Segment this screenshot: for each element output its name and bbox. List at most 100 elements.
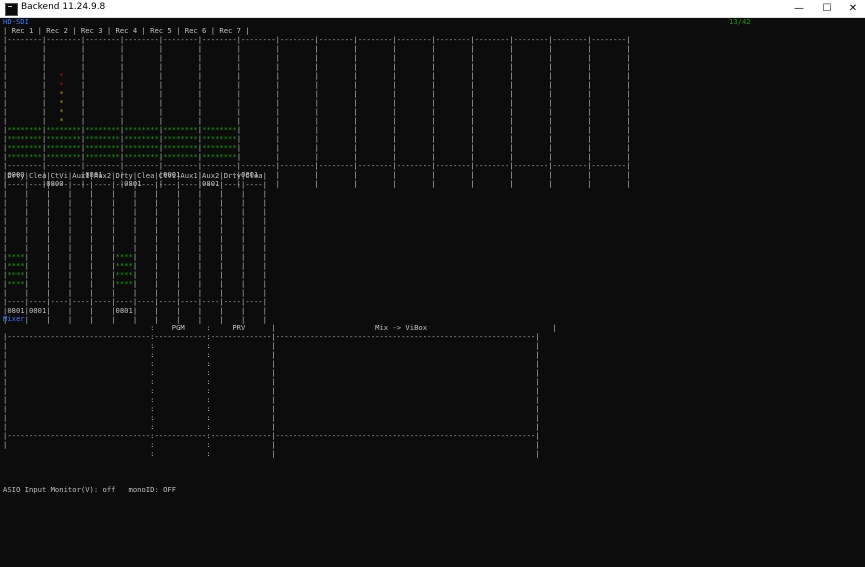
- meter-segment: ********: [7, 134, 42, 143]
- channel-meter-row: | | | | | | | | | | | | |: [3, 207, 267, 216]
- meter-segment: ********: [7, 143, 42, 152]
- channel-divider: |----|----|----|----|----|----|----|----…: [3, 297, 267, 306]
- meter-border: | | | | | | |: [132, 270, 267, 279]
- channel-meter-row: |****| | | | |****| | | | | | |: [3, 270, 267, 279]
- channel-meter-row: |****| | | | |****| | | | | | |: [3, 261, 267, 270]
- recorder-meter-row: | | | | | | | | | | | | | | | | |: [3, 62, 631, 71]
- window-title-bar[interactable]: Backend 11.24.9.8 — ☐ ✕: [0, 0, 865, 18]
- recorder-meter-row: |********|********|********|********|***…: [3, 152, 631, 161]
- meter-border: | | | | |: [24, 261, 116, 270]
- recorder-meter-row: | | * | | | | | | | | | | | | | | |: [3, 107, 630, 116]
- mixer-row: | : : | |: [3, 413, 540, 422]
- hd-sdi-section-label: HD-SDI: [3, 17, 29, 26]
- meter-segment: ********: [46, 125, 81, 134]
- mixer-row: | : : | |: [3, 368, 540, 377]
- meter-segment: ********: [163, 125, 198, 134]
- meter-segment: ********: [163, 152, 198, 161]
- meter-border: | | | | | | | | | | |: [236, 134, 631, 143]
- meter-segment: ****: [7, 270, 25, 279]
- meter-border: | | | | | | | | | | |: [236, 125, 631, 134]
- channel-meter-row: | | | | | | | | | | | | |: [3, 225, 267, 234]
- meter-border: | | | | | | |: [132, 252, 267, 261]
- mixer-row: | : : | |: [3, 377, 540, 386]
- meter-segment: ********: [46, 134, 81, 143]
- meter-segment: ********: [124, 152, 159, 161]
- mixer-row: | : : | |: [3, 359, 540, 368]
- channel-meter-row: | | | | | | | | | | | | |: [3, 243, 267, 252]
- meter-border: | |: [3, 89, 60, 98]
- meter-segment: ****: [7, 279, 25, 288]
- mixer-header-row: : PGM : PRV | Mix -> ViBox |: [3, 323, 557, 332]
- close-button[interactable]: ✕: [841, 0, 865, 17]
- recorder-meter-row: | | | | | | | | | | | | | | | | |: [3, 44, 631, 53]
- meter-border: | | | | | | | | | | |: [236, 152, 631, 161]
- mixer-row: | : : | |: [3, 404, 540, 413]
- meter-segment: ********: [202, 152, 237, 161]
- meter-segment: ****: [7, 252, 25, 261]
- meter-segment: ****: [7, 261, 25, 270]
- recorder-meter-row: | | * | | | | | | | | | | | | | | |: [3, 116, 630, 125]
- counter-readout: 13/42: [729, 17, 751, 26]
- meter-segment: ****: [115, 270, 133, 279]
- channel-meter-row: | | | | | | | | | | | | |: [3, 189, 267, 198]
- meter-segment: ********: [7, 125, 42, 134]
- status-line: ASIO Input Monitor(V): off monoID: OFF: [3, 485, 177, 494]
- mixer-row: | : : | |: [3, 386, 540, 395]
- meter-border: | | | | | | | | | | | | | | |: [63, 116, 631, 125]
- mixer-row: | : : | |: [3, 395, 540, 404]
- maximize-button[interactable]: ☐: [815, 0, 839, 17]
- meter-segment: ********: [202, 143, 237, 152]
- mixer-divider: |---------------------------------:-----…: [3, 431, 540, 440]
- mixer-row: | : : | |: [3, 341, 540, 350]
- meter-segment: ********: [85, 134, 120, 143]
- meter-border: | | | | |: [24, 270, 116, 279]
- recorder-divider: |--------|--------|--------|--------|---…: [3, 161, 631, 170]
- mixer-row: : : | |: [3, 449, 540, 458]
- meter-border: | | | | |: [24, 252, 116, 261]
- meter-border: | |: [3, 71, 60, 80]
- console-app-icon: [5, 3, 18, 16]
- meter-border: | | | | | | |: [132, 279, 267, 288]
- meter-segment: ********: [124, 143, 159, 152]
- channel-meter-row: | | | | | | | | | | | | |: [3, 288, 267, 297]
- meter-border: | |: [3, 80, 60, 89]
- recorder-meter-row: |********|********|********|********|***…: [3, 125, 631, 134]
- meter-border: | | | | | | | | | | | | | | |: [63, 107, 631, 116]
- channel-meter-row: | | | | | | | | | | | | |: [3, 216, 267, 225]
- channel-meter-row: | | | | | | | | | | | | |: [3, 234, 267, 243]
- channel-meter-row: |****| | | | |****| | | | | | |: [3, 279, 267, 288]
- recorder-meter-row: | | | | | | | | | | | | | | | | |: [3, 53, 631, 62]
- channel-value-row: |0801|0801| | | |0801| | | | | | |: [3, 306, 267, 315]
- recorder-meter-row: | | * | | | | | | | | | | | | | | |: [3, 98, 630, 107]
- meter-border: | |: [3, 116, 60, 125]
- mixer-divider: |---------------------------------:-----…: [3, 332, 540, 341]
- meter-segment: ********: [124, 125, 159, 134]
- recorder-meter-row: | | * | | | | | | | | | | | | | | |: [3, 80, 630, 89]
- meter-segment: ****: [115, 252, 133, 261]
- recorder-meter-row: | | * | | | | | | | | | | | | | | |: [3, 89, 630, 98]
- recorder-meter-row: |********|********|********|********|***…: [3, 134, 631, 143]
- meter-segment: ********: [124, 134, 159, 143]
- meter-segment: ********: [85, 152, 120, 161]
- meter-border: | | | | | | | | | | |: [236, 143, 631, 152]
- meter-border: | | | | | | | | | | | | | | |: [63, 80, 631, 89]
- mixer-row: | : : | |: [3, 440, 540, 449]
- mixer-row: | : : | |: [3, 422, 540, 431]
- meter-border: | | | | |: [24, 279, 116, 288]
- meter-segment: ********: [163, 143, 198, 152]
- mixer-row: | : : | |: [3, 350, 540, 359]
- meter-border: | | | | | | |: [132, 261, 267, 270]
- window-title: Backend 11.24.9.8: [21, 2, 106, 12]
- meter-segment: ********: [163, 134, 198, 143]
- meter-border: | | | | | | | | | | | | | | |: [63, 71, 631, 80]
- minimize-button[interactable]: —: [787, 0, 811, 17]
- channel-meter-row: | | | | | | | | | | | | |: [3, 198, 267, 207]
- channel-header-row: |Drty|Clea|CtVi|Aux1|Aux2|Drty|Clea|CtVi…: [3, 171, 267, 180]
- meter-segment: ********: [85, 125, 120, 134]
- meter-border: | | | | | | | | | | | | | | |: [63, 89, 631, 98]
- meter-segment: ****: [115, 279, 133, 288]
- meter-segment: ********: [7, 152, 42, 161]
- channel-meter-row: |****| | | | |****| | | | | | |: [3, 252, 267, 261]
- recorder-meter-row: | | * | | | | | | | | | | | | | | |: [3, 71, 630, 80]
- meter-segment: ********: [46, 143, 81, 152]
